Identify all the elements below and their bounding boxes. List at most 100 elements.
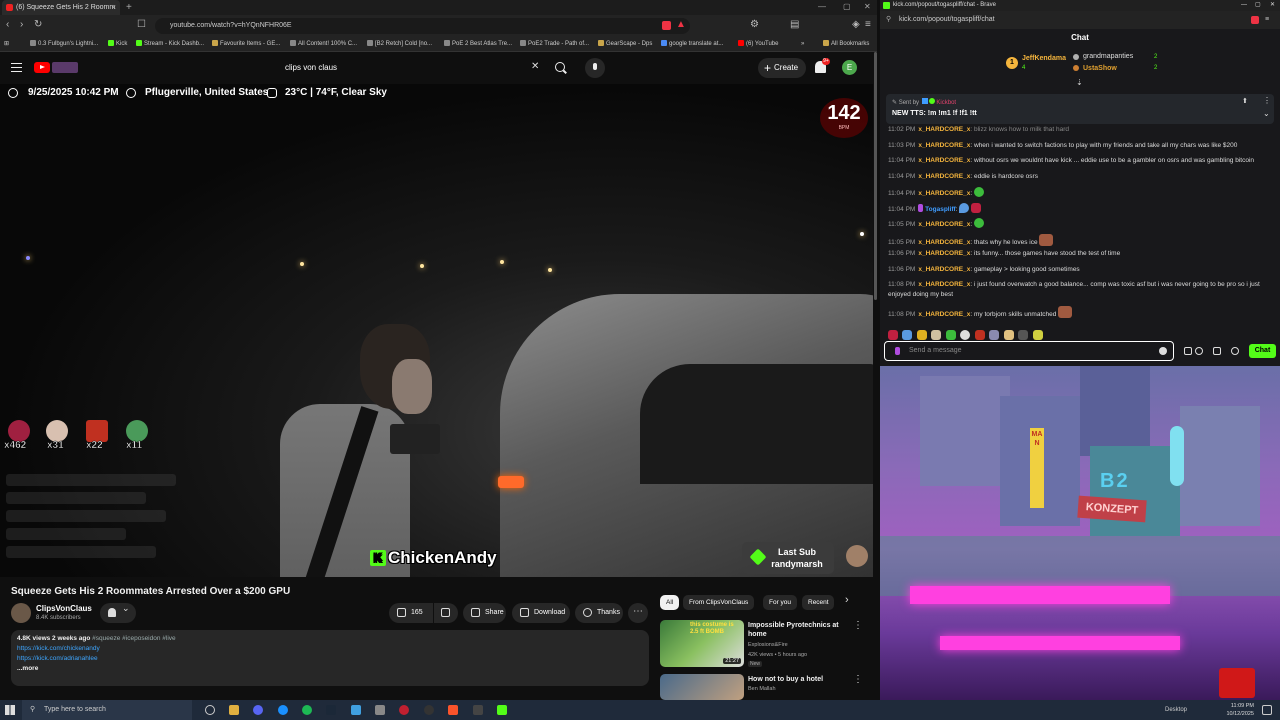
channel-avatar[interactable]	[11, 603, 31, 623]
chips-next-icon[interactable]: ›	[845, 594, 849, 606]
search-icon[interactable]	[555, 62, 565, 72]
cortana-icon[interactable]	[205, 705, 215, 715]
share-button[interactable]: Share	[463, 603, 506, 623]
emote-icon[interactable]	[888, 330, 898, 340]
emote-icon[interactable]	[916, 330, 927, 340]
windows-start-icon[interactable]	[5, 705, 15, 715]
menu-icon[interactable]: ≡	[865, 19, 871, 30]
bookmark-item[interactable]: google translate at...	[661, 37, 723, 52]
emote-icon[interactable]	[945, 330, 956, 340]
bookmark-item[interactable]: [B2 Retch] Cold [no...	[367, 37, 432, 52]
brave-shield-icon[interactable]	[662, 21, 671, 30]
maximize-icon[interactable]: ▢	[843, 0, 851, 13]
notification-center-icon[interactable]	[1262, 705, 1272, 715]
pin-toggle-icon[interactable]: ⬆	[1242, 97, 1248, 105]
emote-icon[interactable]	[989, 330, 1000, 340]
reload-icon[interactable]: ↻	[34, 19, 42, 30]
bookmark-item[interactable]: PoE2 Trade - Path of...	[520, 37, 589, 52]
chip-for-you[interactable]: For you	[763, 595, 798, 610]
bookmark-item[interactable]: (6) YouTube	[738, 37, 778, 52]
video-description[interactable]: 4.8K views 2 weeks ago #squeeze #icepose…	[11, 630, 649, 686]
clear-search-icon[interactable]: ✕	[531, 62, 539, 72]
sidebar-icon[interactable]: ▤	[790, 19, 799, 30]
close-window-icon[interactable]: ✕	[1270, 0, 1275, 11]
gift-icon[interactable]	[1184, 347, 1192, 355]
emote-icon[interactable]	[1032, 330, 1043, 340]
chat-message[interactable]: 11:08 PM x_HARDCORE_x: my torbjorn skills…	[888, 306, 1272, 320]
subscription-bell-button[interactable]	[100, 603, 136, 623]
more-actions-button[interactable]: ⋯	[628, 603, 648, 623]
recommendation-thumbnail[interactable]: this costume is 2.5 ft BOMB 21:27	[660, 620, 744, 667]
pinned-message[interactable]: ✎ Sent by Kickbot NEW TTS: !m !m1 !f !f1…	[886, 94, 1274, 124]
recommendation-channel[interactable]: Explosions&Fire	[748, 642, 788, 648]
emote-icon[interactable]	[931, 330, 942, 340]
app-icon[interactable]	[424, 705, 434, 715]
voice-search-button[interactable]	[585, 58, 605, 78]
chat-message[interactable]: 11:08 PM x_HARDCORE_x: i just found overw…	[888, 280, 1272, 300]
chat-message[interactable]: 11:06 PM x_HARDCORE_x: its funny... those…	[888, 249, 1272, 259]
chip-all[interactable]: All	[660, 595, 680, 610]
emote-icon[interactable]	[902, 330, 913, 340]
dislike-button[interactable]	[434, 603, 458, 623]
app-icon[interactable]	[375, 705, 385, 715]
leaderboard-name[interactable]: UstaShow	[1083, 65, 1117, 72]
collapse-pinned-icon[interactable]: ⌄	[1263, 109, 1270, 118]
back-icon[interactable]: ‹	[6, 19, 9, 30]
chat-message[interactable]: 11:05 PM x_HARDCORE_x:	[888, 218, 1272, 230]
channel-name[interactable]: ClipsVonClaus	[36, 604, 92, 613]
emote-icon[interactable]	[1003, 330, 1014, 340]
recommendation-thumbnail[interactable]	[660, 674, 744, 700]
emote-icon[interactable]	[1018, 330, 1029, 340]
bookmark-item[interactable]: All Bookmarks	[823, 37, 869, 52]
leaderboard-name[interactable]: JeffKendama	[1022, 55, 1066, 62]
menu-icon[interactable]: ≡	[1265, 11, 1269, 29]
emote-icon[interactable]	[974, 330, 985, 340]
pinned-menu-icon[interactable]: ⋮	[1263, 96, 1271, 105]
search-input[interactable]: clips von claus	[278, 58, 548, 78]
chat-message[interactable]: 11:04 PM Togaspliff:	[888, 203, 1272, 215]
file-explorer-icon[interactable]	[229, 705, 239, 715]
chip-from-channel[interactable]: From ClipsVonClaus	[683, 595, 755, 610]
recommendation-title[interactable]: Impossible Pyrotechnics at home	[748, 621, 848, 639]
chat-message[interactable]: 11:04 PM x_HARDCORE_x: eddie is hardcore …	[888, 172, 1272, 182]
bookmark-item[interactable]: PoE 2 Best Atlas Tre...	[444, 37, 512, 52]
recommendation-channel[interactable]: Ben Mallah	[748, 686, 776, 692]
video-player[interactable]: 9/25/2025 10:42 PM Pflugerville, United …	[0, 84, 873, 577]
system-clock[interactable]: 11:09 PM 10/12/2025	[1226, 702, 1254, 718]
app-icon[interactable]	[473, 705, 483, 715]
gift-box-icon[interactable]	[1213, 347, 1221, 355]
minimize-icon[interactable]: —	[1241, 0, 1247, 11]
close-tab-icon[interactable]: ×	[111, 0, 116, 15]
apps-icon[interactable]: ⊞	[4, 37, 9, 52]
obs-icon[interactable]	[399, 705, 409, 715]
hamburger-menu-icon[interactable]	[11, 63, 22, 72]
new-tab-button[interactable]: +	[126, 0, 132, 15]
emote-icon[interactable]	[960, 330, 971, 340]
chip-recent[interactable]: Recent	[802, 595, 834, 610]
create-button[interactable]: Create	[758, 58, 806, 78]
send-chat-button[interactable]: Chat	[1249, 344, 1276, 358]
description-link[interactable]: https://kick.com/chickenandy	[17, 644, 643, 654]
recommendation-menu-icon[interactable]: ⋮	[853, 620, 863, 631]
bookmark-item[interactable]: Stream - Kick Dashb...	[136, 37, 204, 52]
bookmark-item[interactable]: Favourite Items - GE...	[212, 37, 280, 52]
app-icon[interactable]	[351, 705, 361, 715]
brave-icon[interactable]	[448, 705, 458, 715]
youtube-logo[interactable]	[34, 62, 50, 73]
app-icon[interactable]	[278, 705, 288, 715]
close-window-icon[interactable]: ✕	[864, 0, 871, 13]
discord-icon[interactable]	[253, 705, 263, 715]
forward-icon[interactable]: ›	[20, 19, 23, 30]
bookmark-item[interactable]: GearScape - Dps	[598, 37, 652, 52]
link-icon[interactable]	[1195, 347, 1203, 355]
bookmark-item[interactable]: All Content! 100% C...	[290, 37, 357, 52]
desktop-label[interactable]: Desktop	[1165, 700, 1187, 720]
site-info-icon[interactable]: ⚲	[886, 11, 891, 29]
brave-shield-icon[interactable]	[1251, 16, 1259, 24]
bookmark-item[interactable]: Kick	[108, 37, 127, 52]
address-bar[interactable]: youtube.com/watch?v=hYQnNFHR06E	[155, 18, 690, 34]
chat-message[interactable]: 11:02 PM x_HARDCORE_x: blizz knows how to…	[888, 125, 1272, 135]
expand-leaderboard-icon[interactable]: ⇣	[1076, 78, 1083, 87]
brave-rewards-icon[interactable]: ▲	[676, 19, 686, 30]
emoji-picker-icon[interactable]	[1159, 347, 1167, 355]
